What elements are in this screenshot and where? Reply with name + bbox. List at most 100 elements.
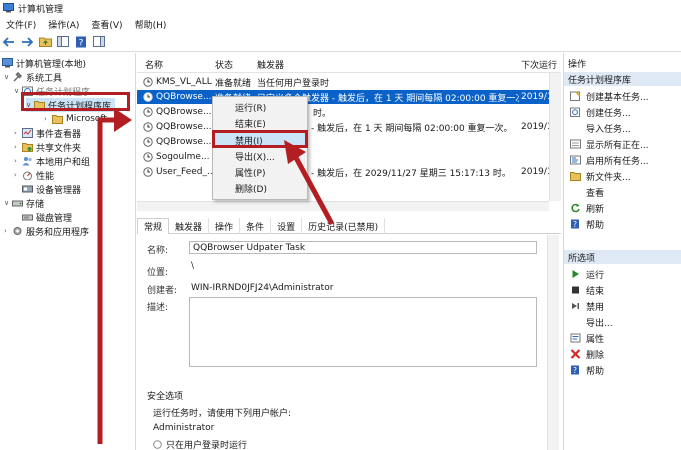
tab-conditions[interactable]: 条件 (240, 218, 272, 234)
toolbar: ? (0, 32, 681, 52)
detail-vertical-scrollbar[interactable] (547, 235, 559, 450)
tab-general[interactable]: 常规 (137, 218, 170, 234)
task-row[interactable]: QQBrowse... 时。 (137, 105, 555, 119)
tab-actions[interactable]: 操作 (209, 218, 241, 234)
expand-chevron-icon[interactable]: › (14, 157, 22, 165)
task-name-field[interactable]: QQBrowser Udpater Task (189, 241, 537, 254)
tree-root[interactable]: 计算机管理(本地) (2, 56, 86, 70)
task-row[interactable]: Sogoulme... (137, 150, 555, 164)
task-row[interactable]: KMS_VL_ALL 准备就绪 当任何用户登录时 (137, 75, 555, 89)
task-row[interactable]: QQBrowse... - 触发后，在 1 天 期间每隔 02:00:00 重复… (137, 120, 558, 134)
action-enable-history[interactable]: 启用所有任务... (564, 153, 681, 167)
disk-icon (22, 214, 33, 221)
show-hide-tree-button[interactable] (56, 35, 70, 49)
task-list-header: 名称 状态 触发器 下次运行 (137, 57, 561, 73)
forward-button[interactable] (20, 35, 34, 49)
tree-shared-folders[interactable]: › 共享文件夹 (14, 140, 81, 154)
tree-local-users[interactable]: › 本地用户和组 (14, 154, 90, 168)
svg-text:?: ? (573, 220, 577, 229)
task-list-vertical-scrollbar[interactable] (549, 73, 561, 201)
tree-storage[interactable]: ∨ 存储 (4, 196, 44, 210)
task-clock-icon (143, 167, 153, 177)
action-new-folder[interactable]: 新文件夹... (564, 169, 681, 183)
up-folder-button[interactable] (38, 35, 52, 49)
actions-section-library[interactable]: 任务计划程序库 (564, 72, 681, 86)
tree-event-viewer[interactable]: › 事件查看器 (14, 126, 81, 140)
context-run[interactable]: 运行(R) (213, 100, 307, 115)
users-icon (22, 157, 32, 166)
description-field[interactable] (189, 297, 537, 367)
menu-action[interactable]: 操作(A) (42, 18, 85, 31)
folder-up-icon (38, 37, 52, 47)
create-task-icon (570, 107, 580, 117)
action-pane-button[interactable] (92, 35, 106, 49)
help-button[interactable]: ? (74, 35, 88, 49)
running-tasks-icon (570, 139, 581, 149)
computer-management-icon (3, 3, 14, 13)
action-refresh[interactable]: 刷新 (564, 201, 681, 215)
tab-triggers[interactable]: 触发器 (169, 218, 210, 234)
performance-icon (23, 171, 32, 180)
expand-chevron-icon[interactable]: › (4, 227, 12, 235)
action-delete[interactable]: 删除 (564, 347, 681, 361)
actions-section-selected[interactable]: 所选项 (564, 250, 681, 264)
action-export[interactable]: 导出... (564, 315, 681, 329)
description-label: 描述: (147, 303, 169, 313)
task-row[interactable]: QQBrowse... (137, 135, 555, 149)
back-arrow-icon (3, 36, 14, 47)
device-manager-icon (22, 185, 33, 193)
collapse-chevron-icon[interactable]: ∨ (4, 199, 12, 207)
action-help-selected[interactable]: ? 帮助 (564, 363, 681, 377)
stop-icon (572, 286, 579, 294)
action-show-running[interactable]: 显示所有正在... (564, 137, 681, 151)
author-label: 创建者: (147, 286, 178, 296)
column-header-next-run[interactable]: 下次运行 (521, 58, 557, 71)
menu-file[interactable]: 文件(F) (0, 18, 42, 31)
properties-icon (570, 333, 581, 343)
action-view[interactable]: 查看 (564, 185, 681, 199)
menu-bar: 文件(F) 操作(A) 查看(V) 帮助(H) (0, 16, 681, 32)
author-value: WIN-IRRND0JFJ24\Administrator (191, 283, 334, 293)
tree-system-tools[interactable]: ∨ 系统工具 (4, 70, 62, 84)
tree-disk-management[interactable]: 磁盘管理 (22, 210, 72, 224)
history-icon (570, 155, 581, 165)
run-as-user: Administrator (153, 423, 215, 433)
expand-chevron-icon[interactable]: › (14, 143, 22, 151)
action-import-task[interactable]: 导入任务... (564, 121, 681, 135)
expand-chevron-icon[interactable]: › (14, 129, 22, 137)
column-header-name[interactable]: 名称 (145, 58, 163, 71)
tree-device-manager[interactable]: 设备管理器 (22, 182, 81, 196)
action-help[interactable]: ? 帮助 (564, 217, 681, 231)
action-run[interactable]: 运行 (564, 267, 681, 281)
action-disable[interactable]: 禁用 (564, 299, 681, 313)
menu-help[interactable]: 帮助(H) (129, 18, 173, 31)
radio-run-logged-on[interactable]: 只在用户登录时运行 (153, 438, 247, 450)
task-panel: 名称 状态 触发器 下次运行 KMS_VL_ALL 准备就绪 当任何用户登录时 … (137, 53, 561, 450)
tree-services-apps[interactable]: › 服务和应用程序 (4, 224, 89, 238)
action-properties[interactable]: 属性 (564, 331, 681, 345)
task-clock-icon (143, 152, 153, 162)
task-row-selected[interactable]: QQBrowse... 准备就绪 已定义多个触发器 - 触发后，在 1 天 期间… (137, 90, 558, 104)
expand-chevron-icon[interactable]: › (44, 115, 52, 123)
shared-folder-icon (22, 143, 33, 152)
tools-icon (13, 72, 23, 82)
action-create-basic-task[interactable]: 创建基本任务... (564, 89, 681, 103)
services-icon (13, 227, 22, 235)
svg-text:?: ? (79, 38, 84, 48)
location-label: 位置: (147, 268, 169, 278)
annotation-arrow-diagonal-icon (284, 140, 335, 226)
task-list-horizontal-scrollbar[interactable] (137, 201, 549, 211)
action-create-task[interactable]: 创建任务... (564, 105, 681, 119)
task-row[interactable]: User_Feed_... - 触发后，在 2029/11/27 星期三 15:… (137, 165, 558, 179)
task-clock-icon (143, 107, 153, 117)
context-end[interactable]: 结束(E) (213, 116, 307, 131)
column-header-trigger[interactable]: 触发器 (257, 58, 284, 71)
action-end[interactable]: 结束 (564, 283, 681, 297)
tree-performance[interactable]: › 性能 (14, 168, 54, 182)
back-button[interactable] (2, 35, 16, 49)
expand-chevron-icon[interactable]: › (14, 171, 22, 179)
column-header-status[interactable]: 状态 (215, 58, 233, 71)
collapse-chevron-icon[interactable]: ∨ (4, 73, 12, 81)
actions-pane: 操作 任务计划程序库 创建基本任务... 创建任务... 导入任务... 显示所… (563, 53, 681, 450)
menu-view[interactable]: 查看(V) (85, 18, 128, 31)
